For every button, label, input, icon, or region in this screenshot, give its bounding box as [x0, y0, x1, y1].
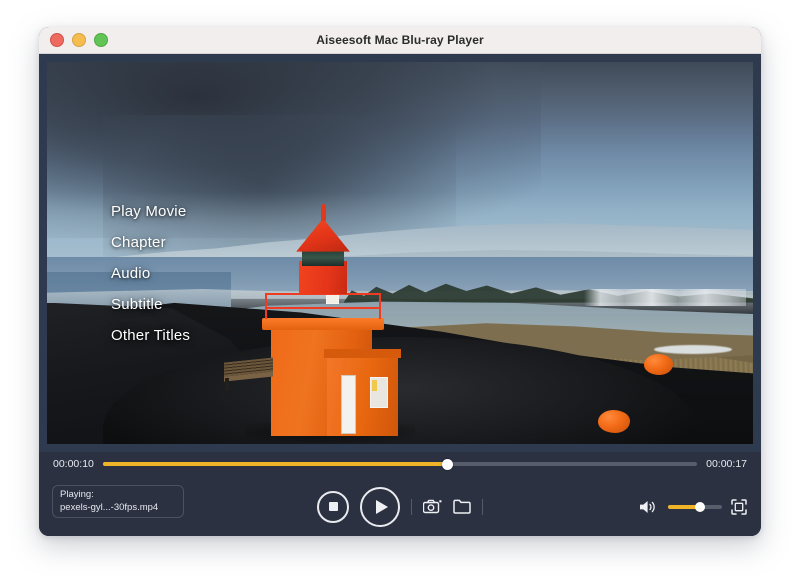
stop-button[interactable] [317, 491, 349, 523]
scene-bench-leg [225, 378, 229, 391]
scene-annex-roof [324, 349, 400, 358]
scene-lantern-roof [296, 219, 350, 252]
maximize-window-button[interactable] [94, 33, 108, 47]
seek-slider[interactable] [103, 462, 697, 466]
disc-menu-item-other-titles[interactable]: Other Titles [111, 328, 190, 343]
seek-slider-fill [103, 462, 448, 466]
volume-slider[interactable] [668, 505, 722, 509]
disc-menu: Play Movie Chapter Audio Subtitle Other … [111, 204, 190, 343]
window-title: Aiseesoft Mac Blu-ray Player [39, 33, 761, 47]
fullscreen-icon [731, 499, 747, 515]
scene-lighthouse [262, 200, 403, 437]
open-file-button[interactable] [453, 499, 471, 514]
snapshot-button[interactable] [423, 499, 442, 515]
close-window-button[interactable] [50, 33, 64, 47]
progress-bar-row: 00:00:10 00:00:17 [39, 452, 761, 476]
scene-annex-door [341, 375, 355, 434]
traffic-light-group [50, 27, 108, 53]
disc-menu-item-subtitle[interactable]: Subtitle [111, 297, 190, 312]
now-playing-label: Playing: [60, 489, 176, 501]
volume-slider-handle[interactable] [695, 502, 705, 512]
scene-gallery-railing [265, 293, 381, 319]
total-time-label: 00:00:17 [706, 458, 747, 470]
video-surface[interactable]: Play Movie Chapter Audio Subtitle Other … [47, 62, 753, 444]
folder-icon [453, 499, 471, 514]
speaker-icon [639, 499, 659, 515]
play-icon [376, 500, 388, 514]
scene-bench [224, 360, 273, 391]
control-bar: Playing: pexels-gyl...-30fps.mp4 [39, 476, 761, 536]
play-button[interactable] [360, 487, 400, 527]
disc-menu-item-chapter[interactable]: Chapter [111, 235, 190, 250]
scene-lantern-room [299, 261, 347, 294]
current-time-label: 00:00:10 [53, 458, 94, 470]
scene-gallery-deck [262, 318, 383, 330]
control-divider-left [411, 499, 412, 515]
minimize-window-button[interactable] [72, 33, 86, 47]
title-bar: Aiseesoft Mac Blu-ray Player [39, 27, 761, 54]
video-stage: Play Movie Chapter Audio Subtitle Other … [39, 54, 761, 452]
scene-bench-leg [267, 378, 271, 391]
seek-slider-handle[interactable] [442, 459, 453, 470]
scene-roof-finial [321, 204, 326, 221]
disc-menu-item-play-movie[interactable]: Play Movie [111, 204, 190, 219]
camera-icon [423, 499, 442, 515]
stop-icon [329, 502, 338, 511]
scene-buoy [644, 354, 674, 375]
scene-annex-window [370, 377, 388, 408]
disc-menu-item-audio[interactable]: Audio [111, 266, 190, 281]
player-window: Aiseesoft Mac Blu-ray Player [39, 27, 761, 536]
scene-buoy [598, 410, 630, 433]
now-playing-filename: pexels-gyl...-30fps.mp4 [60, 502, 176, 514]
fullscreen-button[interactable] [731, 499, 747, 515]
control-divider-right [482, 499, 483, 515]
playback-controls [317, 487, 483, 527]
scene-snow-patch [654, 345, 732, 354]
volume-button[interactable] [639, 499, 659, 515]
audio-and-view-controls [639, 499, 747, 515]
now-playing-panel[interactable]: Playing: pexels-gyl...-30fps.mp4 [52, 485, 184, 518]
scene-distant-village [584, 289, 746, 306]
